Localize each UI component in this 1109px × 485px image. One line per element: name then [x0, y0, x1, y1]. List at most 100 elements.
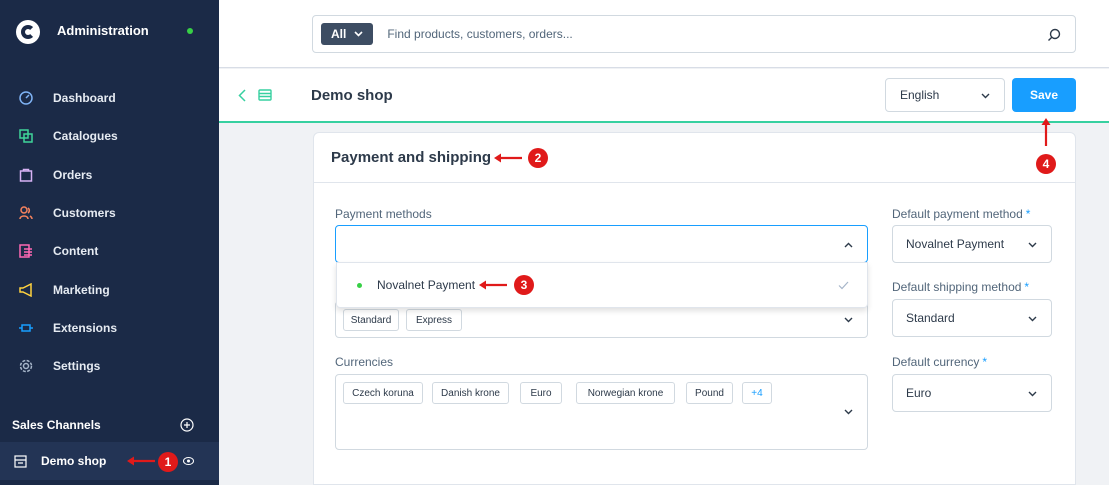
- nav-label: Orders: [53, 167, 93, 182]
- chevron-down-icon: [1028, 242, 1037, 248]
- nav-item-content[interactable]: Content: [0, 232, 219, 270]
- shopping-bag-icon: [19, 168, 33, 182]
- storefront-icon: [14, 454, 27, 468]
- default-payment-select[interactable]: Novalnet Payment: [892, 225, 1052, 263]
- search-type-select[interactable]: All: [321, 23, 374, 45]
- default-currency-label: Default currency *: [892, 355, 987, 369]
- chevron-down-icon: [844, 317, 853, 323]
- sidebar-header: Administration: [0, 0, 219, 68]
- search-type-label: All: [331, 27, 347, 41]
- default-shipping-select[interactable]: Standard: [892, 299, 1052, 337]
- sidebar: Administration Dashboard Catalogues Orde…: [0, 0, 219, 485]
- label-text: Default shipping method: [892, 280, 1022, 294]
- chevron-down-icon: [354, 31, 363, 37]
- payment-methods-label: Payment methods: [335, 207, 432, 221]
- required-marker: *: [1025, 207, 1031, 221]
- sales-channel-label: Demo shop: [41, 454, 107, 468]
- label-text: Default payment method: [892, 207, 1023, 221]
- page-title: Demo shop: [311, 87, 393, 104]
- card-title: Payment and shipping: [331, 149, 492, 166]
- online-status-dot: [186, 28, 193, 34]
- label-text: Default currency: [892, 355, 980, 369]
- search-icon[interactable]: [1047, 28, 1061, 42]
- checkmark-icon: [838, 281, 849, 290]
- add-sales-channel-icon[interactable]: [180, 418, 194, 432]
- default-payment-value: Novalnet Payment: [906, 237, 1005, 251]
- global-search[interactable]: All: [312, 15, 1076, 53]
- nav-label: Content: [53, 244, 99, 259]
- search-input[interactable]: [387, 27, 988, 41]
- language-select[interactable]: English: [885, 78, 1005, 112]
- annotation-arrow: [1041, 118, 1051, 146]
- nav-label: Marketing: [53, 282, 110, 297]
- nav-item-customers[interactable]: Customers: [0, 194, 219, 232]
- annotation-badge: 2: [528, 148, 548, 168]
- nav-item-extensions[interactable]: Extensions: [0, 309, 219, 347]
- annotation-badge: 4: [1036, 154, 1056, 174]
- eye-icon[interactable]: [183, 456, 194, 466]
- currency-chip[interactable]: Czech koruna: [343, 382, 423, 404]
- nav-item-dashboard[interactable]: Dashboard: [0, 79, 219, 117]
- default-currency-value: Euro: [906, 386, 932, 400]
- currencies-select[interactable]: Czech koruna Danish krone Euro Norwegian…: [335, 374, 868, 450]
- megaphone-icon: [19, 282, 33, 297]
- dropdown-option-label: Novalnet Payment: [377, 278, 476, 292]
- sales-channels-label: Sales Channels: [12, 418, 101, 432]
- nav-label: Extensions: [53, 320, 118, 335]
- nav-item-settings[interactable]: Settings: [0, 347, 219, 385]
- chevron-down-icon: [1028, 316, 1037, 322]
- nav-item-marketing[interactable]: Marketing: [0, 270, 219, 308]
- payment-methods-dropdown: Novalnet Payment: [336, 262, 868, 308]
- annotation-badge: 1: [158, 452, 178, 472]
- dropdown-option[interactable]: Novalnet Payment: [337, 278, 475, 292]
- plug-icon: [19, 321, 33, 335]
- annotation-arrow: [479, 280, 507, 290]
- annotation-arrow: [127, 456, 155, 466]
- currencies-label: Currencies: [335, 355, 394, 369]
- more-currencies-chip[interactable]: +4: [742, 382, 772, 404]
- payment-methods-select[interactable]: [335, 225, 868, 263]
- language-value: English: [900, 88, 940, 102]
- app-title: Administration: [57, 23, 149, 38]
- nav-label: Catalogues: [53, 129, 118, 144]
- annotation-arrow: [494, 153, 522, 163]
- sales-channels-header: Sales Channels: [0, 414, 219, 436]
- smart-bar: Demo shop English Save: [219, 69, 1109, 123]
- payment-shipping-card: Payment and shipping Payment methods Sta…: [313, 132, 1076, 485]
- shopware-logo[interactable]: [16, 20, 40, 44]
- chevron-down-icon: [981, 93, 990, 99]
- nav-label: Dashboard: [53, 91, 116, 106]
- chevron-up-icon: [844, 242, 853, 248]
- default-currency-select[interactable]: Euro: [892, 374, 1052, 412]
- annotation-badge: 3: [514, 275, 534, 295]
- default-payment-label: Default payment method *: [892, 207, 1030, 221]
- main-nav: Dashboard Catalogues Orders Customers Co…: [0, 79, 219, 385]
- sales-channel-demo-shop[interactable]: Demo shop: [0, 442, 219, 480]
- content-icon: [19, 244, 33, 259]
- default-shipping-value: Standard: [906, 311, 955, 325]
- save-button[interactable]: Save: [1012, 78, 1076, 112]
- nav-label: Settings: [53, 359, 101, 374]
- back-chevron-icon[interactable]: [238, 89, 246, 102]
- active-status-dot: [357, 282, 362, 288]
- users-icon: [19, 206, 33, 220]
- currency-chip[interactable]: Pound: [686, 382, 733, 404]
- currency-chip[interactable]: Danish krone: [432, 382, 509, 404]
- nav-item-catalogues[interactable]: Catalogues: [0, 117, 219, 155]
- gear-icon: [19, 359, 33, 373]
- catalogue-icon: [19, 129, 33, 144]
- currency-chip[interactable]: Euro: [520, 382, 562, 404]
- chevron-down-icon: [1028, 391, 1037, 397]
- chevron-down-icon: [844, 409, 853, 415]
- dashboard-gauge-icon: [19, 91, 33, 105]
- required-marker: *: [982, 355, 988, 369]
- shipping-chip[interactable]: Standard: [343, 309, 399, 331]
- list-icon[interactable]: [258, 88, 272, 102]
- nav-label: Customers: [53, 206, 116, 221]
- required-marker: *: [1024, 280, 1030, 294]
- topbar: All: [219, 0, 1109, 68]
- default-shipping-label: Default shipping method *: [892, 280, 1029, 294]
- shipping-chip[interactable]: Express: [406, 309, 462, 331]
- currency-chip[interactable]: Norwegian krone: [576, 382, 675, 404]
- nav-item-orders[interactable]: Orders: [0, 156, 219, 194]
